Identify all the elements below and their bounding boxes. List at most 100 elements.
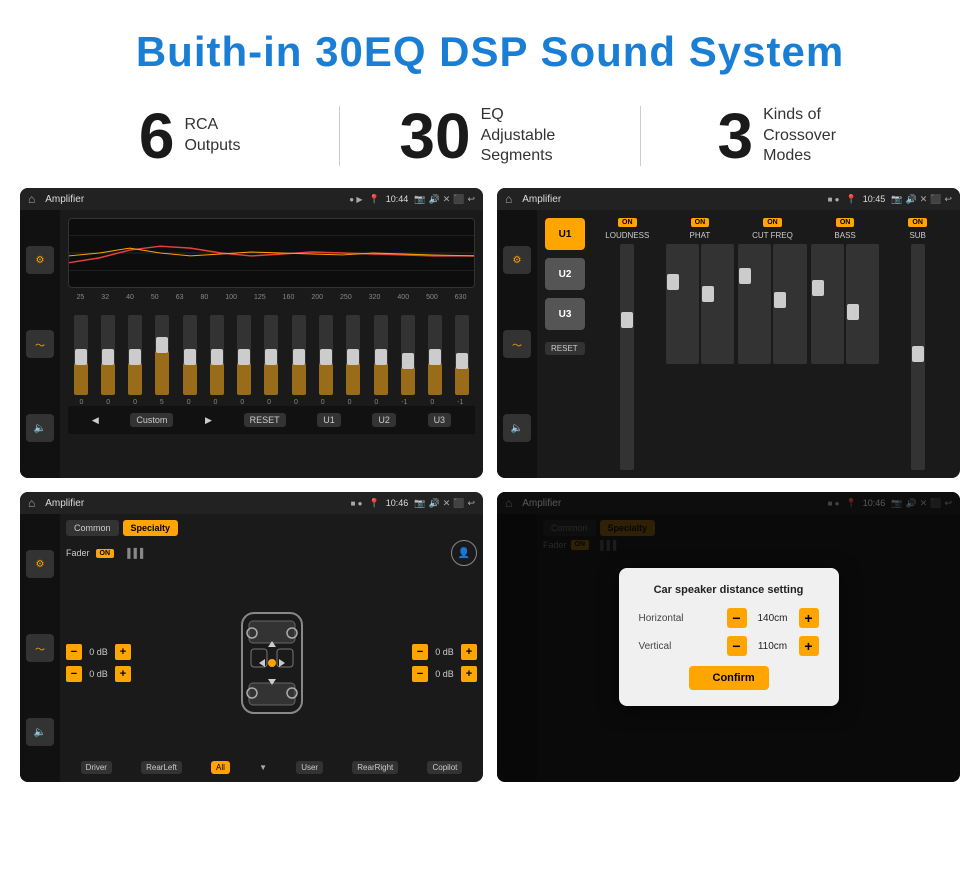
slider-11[interactable] [346, 315, 360, 395]
preset-u1-btn[interactable]: U1 [545, 218, 585, 250]
tab-common[interactable]: Common [66, 520, 119, 536]
db-plus-bl[interactable]: + [115, 666, 131, 682]
bass-on-badge[interactable]: ON [836, 218, 855, 227]
phat-on-badge[interactable]: ON [691, 218, 710, 227]
back-icon-3[interactable]: ↩ [467, 498, 475, 509]
eq-status-dots: ● ▶ [349, 195, 362, 204]
eq-prev-btn[interactable]: ◀ [92, 415, 99, 426]
back-icon[interactable]: ↩ [467, 194, 475, 205]
copilot-label[interactable]: Copilot [427, 761, 462, 774]
crossover-status-bar: ⌂ Amplifier ■ ● 📍 10:45 📷 🔊 ✕ ⬛ ↩ [497, 188, 960, 210]
cutfreq-on-badge[interactable]: ON [763, 218, 782, 227]
channel-loudness: ON LOUDNESS [593, 218, 662, 470]
fader-row: Fader ON ▐▐▐ 👤 [66, 540, 477, 566]
stat-eq-number: 30 [399, 104, 470, 168]
dialog-box: Car speaker distance setting Horizontal … [619, 568, 839, 706]
db-minus-tr[interactable]: − [412, 644, 428, 660]
bass-slider-2[interactable] [846, 244, 879, 364]
db-plus-br[interactable]: + [461, 666, 477, 682]
cutfreq-slider-2[interactable] [773, 244, 806, 364]
user-label[interactable]: User [296, 761, 323, 774]
fader-on-badge[interactable]: ON [96, 549, 115, 558]
eq-filter-btn[interactable]: ⚙ [26, 246, 54, 274]
stat-rca: 6 RCA Outputs [60, 104, 319, 168]
driver-label[interactable]: Driver [81, 761, 112, 774]
volume-icon-2: 🔊 [905, 194, 916, 205]
phat-label: PHAT [690, 231, 711, 240]
home-icon[interactable]: ⌂ [28, 192, 35, 206]
eq-u1-btn[interactable]: U1 [317, 413, 341, 427]
cr-speaker-btn[interactable]: 🔈 [503, 414, 531, 442]
slider-5[interactable] [183, 315, 197, 395]
tab-specialty[interactable]: Specialty [123, 520, 179, 536]
rear-left-label[interactable]: RearLeft [141, 761, 182, 774]
cr-wave-btn[interactable]: 〜 [503, 330, 531, 358]
bass-slider-1[interactable] [811, 244, 844, 364]
sub-on-badge[interactable]: ON [908, 218, 927, 227]
slider-2[interactable] [101, 315, 115, 395]
loudness-slider[interactable] [620, 244, 634, 470]
close-icon-3: ✕ [443, 498, 451, 509]
eq-reset-btn[interactable]: RESET [244, 413, 286, 427]
eq-wave-btn[interactable]: 〜 [26, 330, 54, 358]
slider-6[interactable] [210, 315, 224, 395]
fdr-speaker-btn[interactable]: 🔈 [26, 718, 54, 746]
eq-u2-btn[interactable]: U2 [372, 413, 396, 427]
speaker-car-area: − 0 dB + − 0 dB + [66, 570, 477, 755]
eq-next-btn[interactable]: ▶ [205, 415, 212, 426]
horizontal-plus-btn[interactable]: + [799, 608, 819, 628]
rear-right-label[interactable]: RearRight [352, 761, 398, 774]
slider-10[interactable] [319, 315, 333, 395]
db-control-br: − 0 dB + [412, 666, 477, 682]
fader-sidebar: ⚙ 〜 🔈 [20, 514, 60, 782]
vertical-value: 110cm [753, 641, 793, 652]
down-arrow-icon[interactable]: ▼ [259, 763, 267, 772]
eq-u3-btn[interactable]: U3 [428, 413, 452, 427]
cr-filter-btn[interactable]: ⚙ [503, 246, 531, 274]
slider-14[interactable] [428, 315, 442, 395]
loudness-on-badge[interactable]: ON [618, 218, 637, 227]
vertical-minus-btn[interactable]: − [727, 636, 747, 656]
slider-13[interactable] [401, 315, 415, 395]
slider-8[interactable] [264, 315, 278, 395]
fdr-filter-btn[interactable]: ⚙ [26, 550, 54, 578]
preset-u2-btn[interactable]: U2 [545, 258, 585, 290]
sub-slider[interactable] [911, 244, 925, 470]
confirm-button[interactable]: Confirm [689, 666, 769, 690]
eq-screen-card: ⌂ Amplifier ● ▶ 📍 10:44 📷 🔊 ✕ ⬛ ↩ ⚙ 〜 🔈 [20, 188, 483, 478]
preset-u3-btn[interactable]: U3 [545, 298, 585, 330]
fullscreen-icon-3: ⬛ [453, 498, 464, 509]
slider-15[interactable] [455, 315, 469, 395]
crossover-reset-btn[interactable]: RESET [545, 342, 585, 355]
db-minus-bl[interactable]: − [66, 666, 82, 682]
profile-icon[interactable]: 👤 [451, 540, 477, 566]
db-plus-tl[interactable]: + [115, 644, 131, 660]
horizontal-minus-btn[interactable]: − [727, 608, 747, 628]
horizontal-value: 140cm [753, 613, 793, 624]
phat-slider-1[interactable] [666, 244, 699, 364]
slider-9[interactable] [292, 315, 306, 395]
home-icon-2[interactable]: ⌂ [505, 192, 512, 206]
slider-12[interactable] [374, 315, 388, 395]
slider-1[interactable] [74, 315, 88, 395]
slider-4[interactable] [155, 315, 169, 395]
eq-chart [68, 218, 475, 288]
channel-bass: ON BASS [811, 218, 880, 470]
db-minus-tl[interactable]: − [66, 644, 82, 660]
home-icon-3[interactable]: ⌂ [28, 496, 35, 510]
volume-icon-3: 🔊 [428, 498, 439, 509]
cutfreq-slider-1[interactable] [738, 244, 771, 364]
back-icon-2[interactable]: ↩ [944, 194, 952, 205]
dialog-title: Car speaker distance setting [639, 584, 819, 596]
db-minus-br[interactable]: − [412, 666, 428, 682]
close-icon-2: ✕ [920, 194, 928, 205]
phat-slider-2[interactable] [701, 244, 734, 364]
slider-7[interactable] [237, 315, 251, 395]
fdr-wave-btn[interactable]: 〜 [26, 634, 54, 662]
slider-3[interactable] [128, 315, 142, 395]
all-label[interactable]: All [211, 761, 230, 774]
vertical-plus-btn[interactable]: + [799, 636, 819, 656]
db-value-tl: 0 dB [86, 647, 111, 657]
db-plus-tr[interactable]: + [461, 644, 477, 660]
eq-speaker-btn[interactable]: 🔈 [26, 414, 54, 442]
